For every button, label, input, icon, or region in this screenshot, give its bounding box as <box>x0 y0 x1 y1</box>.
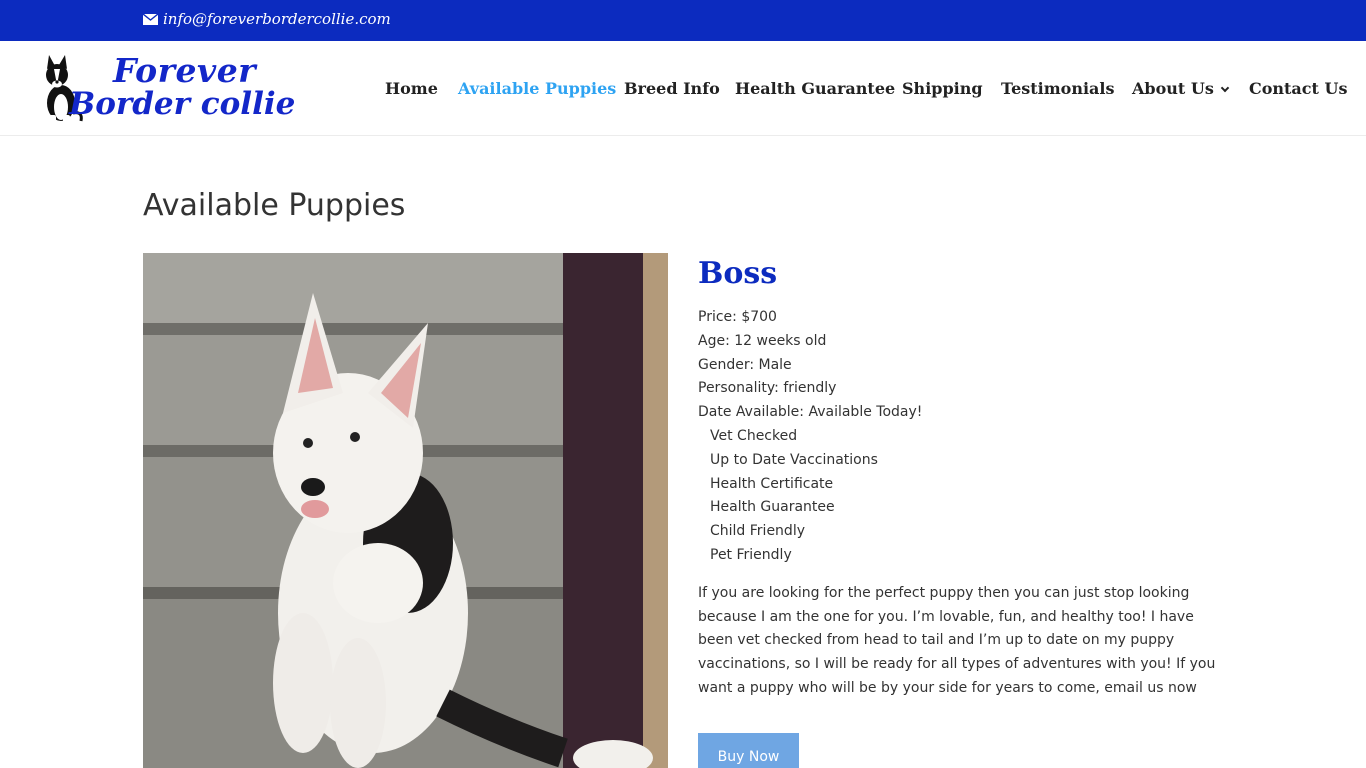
puppy-photo <box>143 253 668 768</box>
site-header: Forever Border collie Home Available Pup… <box>0 41 1366 136</box>
feature-item: Health Certificate <box>710 475 834 492</box>
chevron-down-icon <box>1220 83 1230 93</box>
info-date-available: Date Available: Available Today! <box>698 404 923 421</box>
puppy-description: If you are looking for the perfect puppy… <box>698 584 1216 696</box>
feature-item: Pet Friendly <box>710 546 792 563</box>
info-gender: Gender: Male <box>698 356 792 373</box>
buy-now-button[interactable]: Buy Now <box>698 733 799 768</box>
feature-item: Health Guarantee <box>710 499 835 516</box>
feature-item: Child Friendly <box>710 523 805 540</box>
nav-about-us-label: About Us <box>1132 79 1214 98</box>
page-title: Available Puppies <box>143 188 406 223</box>
main-navigation: Home Available Puppies Breed Info Health… <box>0 79 1366 99</box>
nav-testimonials[interactable]: Testimonials <box>1001 79 1115 98</box>
nav-contact-us[interactable]: Contact Us <box>1249 79 1347 98</box>
nav-shipping[interactable]: Shipping <box>902 79 983 98</box>
puppy-features-list: Vet Checked Up to Date Vaccinations Heal… <box>698 425 1226 568</box>
top-bar: info@foreverbordercollie.com <box>0 0 1366 41</box>
info-personality: Personality: friendly <box>698 380 837 397</box>
puppy-name: Boss <box>698 256 778 291</box>
nav-home[interactable]: Home <box>385 79 438 98</box>
nav-breed-info[interactable]: Breed Info <box>624 79 720 98</box>
feature-item: Up to Date Vaccinations <box>710 451 878 468</box>
nav-about-us[interactable]: About Us <box>1132 79 1230 98</box>
puppy-info-list: Price: $700 Age: 12 weeks old Gender: Ma… <box>698 306 1226 425</box>
feature-item: Vet Checked <box>710 427 798 444</box>
email-link[interactable]: info@foreverbordercollie.com <box>143 10 391 28</box>
puppy-details: Boss Price: $700 Age: 12 weeks old Gende… <box>698 256 1226 701</box>
nav-available-puppies[interactable]: Available Puppies <box>458 79 616 98</box>
nav-health-guarantee[interactable]: Health Guarantee <box>735 79 895 98</box>
envelope-icon <box>143 13 158 25</box>
info-age: Age: 12 weeks old <box>698 332 827 349</box>
email-text: info@foreverbordercollie.com <box>163 10 391 28</box>
info-price: Price: $700 <box>698 309 777 325</box>
puppy-photo-illustration <box>143 253 668 768</box>
